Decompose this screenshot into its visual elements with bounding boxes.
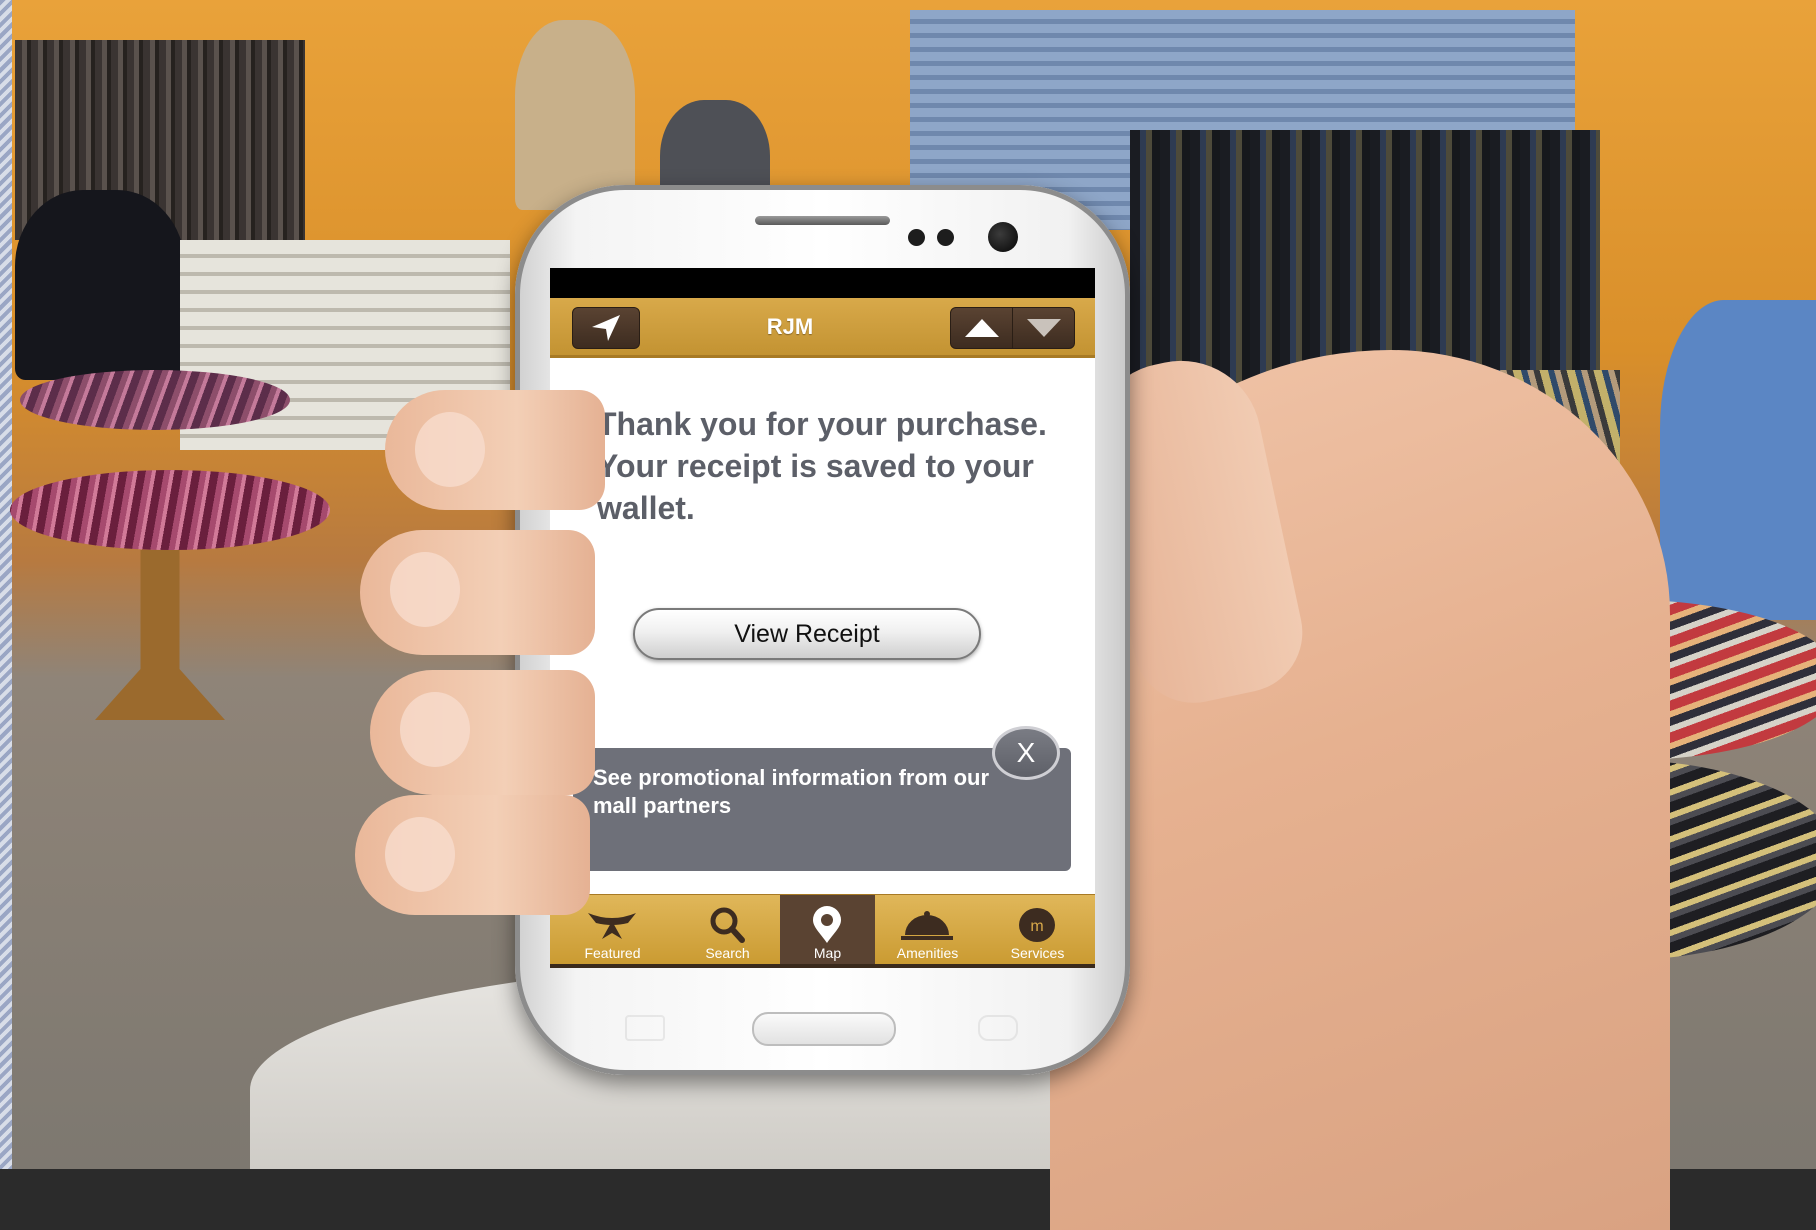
mannequin-shirt <box>1660 300 1816 620</box>
menu-key[interactable] <box>625 1015 665 1041</box>
phone-screen: RJM Thank you for your purchase. Your re… <box>550 268 1095 968</box>
close-promo-button[interactable]: X <box>992 726 1060 780</box>
service-bell-icon <box>901 911 953 940</box>
front-camera <box>988 222 1018 252</box>
app-title: RJM <box>766 314 814 339</box>
view-receipt-button[interactable]: View Receipt <box>633 608 981 660</box>
screen-bottom-edge <box>550 964 1095 968</box>
map-pin-icon <box>813 906 841 943</box>
tab-amenities[interactable]: Amenities <box>875 895 980 968</box>
tab-label: Search <box>705 945 750 961</box>
location-button[interactable] <box>572 307 640 349</box>
phone-sensor <box>908 229 925 246</box>
finger <box>385 390 605 510</box>
finger <box>355 795 590 915</box>
left-border-strip <box>0 0 12 1169</box>
table-pedestal <box>95 550 225 720</box>
tab-label: Services <box>1010 945 1065 961</box>
tie-display-table <box>10 470 330 550</box>
promo-text: See promotional information from our mal… <box>593 765 990 818</box>
mall-logo-icon: m <box>1019 908 1055 942</box>
finger <box>370 670 595 795</box>
tab-services[interactable]: m Services <box>980 895 1095 968</box>
tie-display-table <box>20 370 290 430</box>
arrow-up-icon <box>965 319 999 337</box>
next-button[interactable] <box>1013 308 1074 348</box>
phone-sensor <box>937 229 954 246</box>
tab-label: Map <box>813 945 842 961</box>
mannequin-suit <box>515 20 635 210</box>
arrow-down-icon <box>1027 319 1061 337</box>
tab-search[interactable]: Search <box>675 895 780 968</box>
svg-text:m: m <box>1030 918 1043 935</box>
mannequin-suit <box>15 190 185 380</box>
purchase-confirmation-message: Thank you for your purchase. Your receip… <box>597 406 1047 526</box>
phone-speaker <box>755 216 890 225</box>
location-arrow-icon <box>592 315 620 341</box>
app-header: RJM <box>550 298 1095 358</box>
tab-label: Featured <box>584 945 641 961</box>
previous-button[interactable] <box>951 308 1013 348</box>
bottom-tab-bar: Featured Search Map Amenities m Services <box>550 894 1095 968</box>
tab-label: Amenities <box>896 945 959 961</box>
tab-map[interactable]: Map <box>780 895 875 968</box>
home-button[interactable] <box>752 1012 896 1046</box>
back-key[interactable] <box>978 1015 1018 1041</box>
search-icon <box>710 907 745 943</box>
page-nav-buttons <box>950 307 1075 349</box>
finger <box>360 530 595 655</box>
status-bar <box>550 268 1095 298</box>
